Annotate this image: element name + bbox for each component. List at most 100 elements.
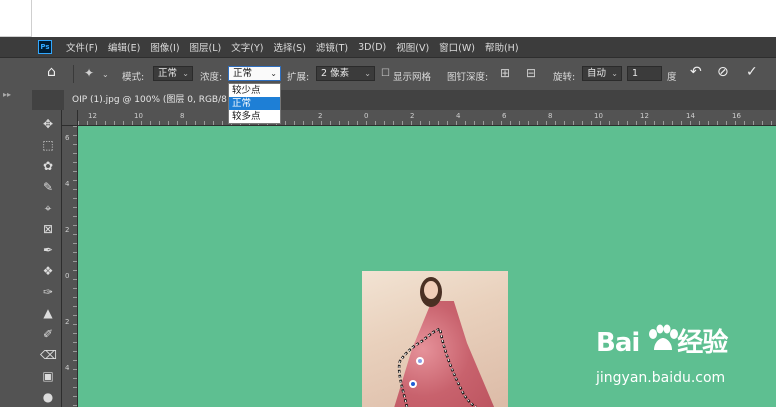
density-select[interactable]: 正常 ⌄	[228, 66, 281, 81]
chevron-down-icon[interactable]: ⌄	[102, 70, 109, 79]
ruler-label: 2	[65, 226, 70, 234]
watermark-brand-text: Bai	[596, 328, 640, 358]
ruler-label: 2	[410, 112, 415, 120]
eyedropper-tool-icon[interactable]: ✒	[40, 242, 56, 258]
panel-collapse-icon[interactable]: ▸▸	[3, 90, 11, 99]
cancel-icon[interactable]: ⊘	[717, 64, 729, 80]
ruler-ticks	[78, 121, 776, 125]
quick-select-tool-icon[interactable]: ✎	[40, 179, 56, 195]
vertical-ruler[interactable]: 6 4 2 0 2 4	[62, 126, 78, 407]
expand-label: 扩展:	[287, 72, 310, 83]
ruler-label: 12	[640, 112, 649, 120]
pin-depth-label: 图钉深度:	[447, 72, 489, 83]
ruler-ticks	[73, 126, 77, 407]
healing-brush-tool-icon[interactable]: ❖	[40, 263, 56, 279]
density-option-normal[interactable]: 正常	[229, 97, 280, 110]
image-layer[interactable]	[362, 271, 508, 407]
commit-check-icon[interactable]: ✓	[746, 64, 758, 80]
home-icon[interactable]: ⌂	[47, 64, 56, 80]
rotate-degree-input[interactable]: 1	[627, 66, 662, 81]
ruler-label: 0	[65, 272, 70, 280]
ruler-label: 14	[686, 112, 695, 120]
puppet-pin-selected[interactable]	[409, 380, 417, 388]
ruler-label: 12	[88, 112, 97, 120]
options-bar: ⌂ ✦ ⌄ 模式: 正常 ⌄ 浓度: 正常 ⌄ 扩展: 2 像素 ⌄ ☐ 显示网格 图…	[0, 57, 776, 90]
menu-type[interactable]: 文字(Y)	[231, 40, 263, 54]
density-label: 浓度:	[200, 72, 223, 83]
undo-icon[interactable]: ↶	[690, 64, 702, 80]
ruler-label: 2	[65, 318, 70, 326]
move-tool-icon[interactable]: ✥	[40, 116, 56, 132]
menu-layer[interactable]: 图层(L)	[190, 40, 222, 54]
ruler-label: 6	[65, 134, 70, 142]
expand-input-value: 2 像素	[321, 68, 350, 79]
document-tab[interactable]: OIP (1).jpg @ 100% (图层 0, RGB/8	[64, 90, 235, 110]
watermark-url: jingyan.baidu.com	[596, 370, 726, 386]
density-option-fewer[interactable]: 较少点	[229, 84, 280, 97]
gradient-tool-icon[interactable]: ▣	[40, 368, 56, 384]
ruler-label: 4	[65, 364, 70, 372]
menu-3d[interactable]: 3D(D)	[358, 42, 386, 53]
pin-depth-backward-icon[interactable]: ⊟	[526, 66, 536, 80]
rotate-degree-value: 1	[632, 68, 639, 79]
density-option-more[interactable]: 较多点	[229, 110, 280, 123]
menu-bar: Ps 文件(F) 编辑(E) 图像(I) 图层(L) 文字(Y) 选择(S) 滤…	[0, 37, 776, 57]
show-grid-label: 显示网格	[393, 72, 432, 83]
watermark-brand-cn: 经验	[677, 328, 728, 358]
horizontal-ruler[interactable]: 12 10 8 2 0 2 4 6 8 10 12 14 16	[78, 110, 776, 126]
ruler-label: 16	[732, 112, 741, 120]
ruler-label: 10	[594, 112, 603, 120]
density-dropdown-list: 较少点 正常 较多点	[228, 83, 281, 124]
baidu-paw-icon	[649, 324, 678, 350]
chevron-down-icon: ⌄	[611, 69, 618, 78]
crop-tool-icon[interactable]: ⌖	[40, 200, 56, 216]
baidu-jingyan-watermark: Bai 经验 jingyan.baidu.com	[596, 322, 766, 392]
ruler-label: 8	[548, 112, 553, 120]
rotate-select-value: 自动	[587, 68, 607, 79]
menu-window[interactable]: 窗口(W)	[439, 40, 475, 54]
ruler-label: 4	[65, 180, 70, 188]
ruler-label: 10	[134, 112, 143, 120]
brush-tool-icon[interactable]: ✑	[40, 284, 56, 300]
marquee-tool-icon[interactable]: ⬚	[40, 137, 56, 153]
mode-label: 模式:	[122, 72, 145, 83]
ruler-corner	[62, 110, 78, 126]
photoshop-logo-icon: Ps	[38, 40, 52, 54]
frame-tool-icon[interactable]: ⊠	[40, 221, 56, 237]
selection-path	[397, 327, 477, 407]
menu-help[interactable]: 帮助(H)	[485, 40, 519, 54]
menu-file[interactable]: 文件(F)	[66, 40, 98, 54]
ruler-label: 0	[364, 112, 369, 120]
ruler-label: 8	[180, 112, 185, 120]
separator	[73, 65, 74, 83]
window-top-strip	[0, 0, 776, 37]
puppet-pin[interactable]	[416, 357, 424, 365]
left-frame-box	[0, 0, 32, 37]
rotate-label: 旋转:	[553, 72, 576, 83]
ruler-label: 2	[318, 112, 323, 120]
menu-image[interactable]: 图像(I)	[150, 40, 179, 54]
chevron-down-icon: ⌄	[364, 69, 371, 78]
chevron-down-icon: ⌄	[270, 69, 277, 78]
chevron-down-icon: ⌄	[182, 69, 189, 78]
pin-depth-forward-icon[interactable]: ⊞	[500, 66, 510, 80]
history-brush-tool-icon[interactable]: ✐	[40, 326, 56, 342]
puppet-warp-pin-icon[interactable]: ✦	[84, 66, 94, 80]
stamp-tool-icon[interactable]: ▲	[40, 305, 56, 321]
menu-edit[interactable]: 编辑(E)	[108, 40, 140, 54]
show-grid-checkbox[interactable]: ☐	[381, 68, 390, 79]
toolbar-panel	[0, 90, 32, 407]
tools-panel: ✥ ⬚ ✿ ✎ ⌖ ⊠ ✒ ❖ ✑ ▲ ✐ ⌫ ▣ ●	[32, 110, 62, 407]
lasso-tool-icon[interactable]: ✿	[40, 158, 56, 174]
menu-filter[interactable]: 滤镜(T)	[316, 40, 348, 54]
blur-tool-icon[interactable]: ●	[40, 389, 56, 405]
mode-select-value: 正常	[158, 68, 178, 79]
ruler-label: 6	[502, 112, 507, 120]
degree-unit-label: 度	[667, 72, 677, 83]
menu-view[interactable]: 视图(V)	[396, 40, 429, 54]
rotate-select[interactable]: 自动 ⌄	[582, 66, 622, 81]
mode-select[interactable]: 正常 ⌄	[153, 66, 193, 81]
expand-input[interactable]: 2 像素 ⌄	[316, 66, 375, 81]
menu-select[interactable]: 选择(S)	[273, 40, 305, 54]
eraser-tool-icon[interactable]: ⌫	[40, 347, 57, 363]
